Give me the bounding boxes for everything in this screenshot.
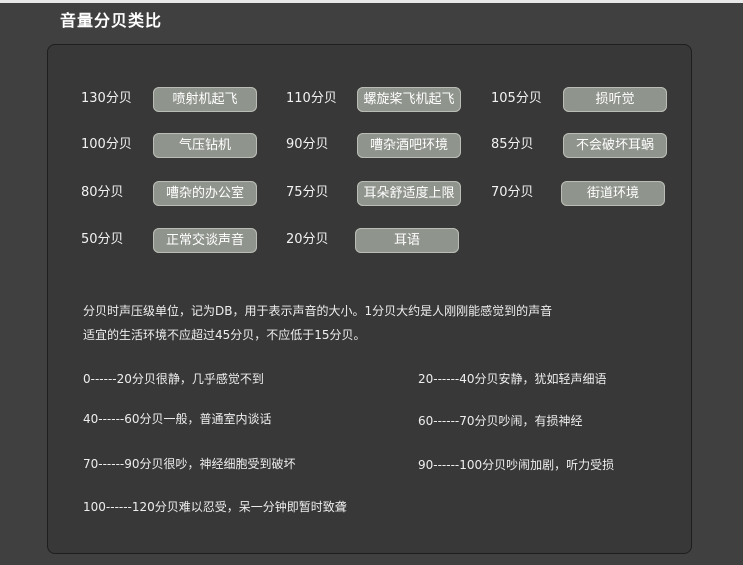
level-label: 80分贝 <box>81 185 124 200</box>
level-label: 105分贝 <box>491 91 542 106</box>
environment-badge: 正常交谈声音 <box>153 228 257 253</box>
level-label: 50分贝 <box>81 232 124 247</box>
environment-badge: 耳语 <box>355 228 459 253</box>
level-label: 90分贝 <box>286 137 329 152</box>
level-label: 70分贝 <box>491 185 534 200</box>
range-item: 90------100分贝吵闹加剧，听力受损 <box>418 458 615 472</box>
level-label: 75分贝 <box>286 185 329 200</box>
environment-badge: 街道环境 <box>561 181 665 206</box>
level-label: 130分贝 <box>81 91 132 106</box>
description-line: 适宜的生活环境不应超过45分贝，不应低于15分贝。 <box>83 328 366 342</box>
level-label: 110分贝 <box>286 91 337 106</box>
range-item: 70------90分贝很吵，神经细胞受到破坏 <box>83 457 296 471</box>
level-label: 20分贝 <box>286 232 329 247</box>
environment-badge: 嘈杂的办公室 <box>153 181 257 206</box>
environment-badge: 喷射机起飞 <box>153 87 257 112</box>
environment-badge: 气压钻机 <box>153 133 257 158</box>
comparison-panel: 130分贝 喷射机起飞 110分贝 螺旋桨飞机起飞 105分贝 损听觉 100分… <box>47 44 692 554</box>
environment-badge: 耳朵舒适度上限 <box>357 181 461 206</box>
range-item: 60------70分贝吵闹，有损神经 <box>418 414 583 428</box>
range-item: 100------120分贝难以忍受，呆一分钟即暂时致聋 <box>83 500 347 514</box>
environment-badge: 嘈杂酒吧环境 <box>357 133 461 158</box>
description-line: 分贝时声压级单位，记为DB，用于表示声音的大小。1分贝大约是人刚刚能感觉到的声音 <box>83 304 553 318</box>
level-label: 100分贝 <box>81 137 132 152</box>
range-item: 20------40分贝安静，犹如轻声细语 <box>418 372 607 386</box>
level-label: 85分贝 <box>491 137 534 152</box>
environment-badge: 损听觉 <box>563 87 667 112</box>
range-item: 40------60分贝一般，普通室内谈话 <box>83 412 272 426</box>
page-title: 音量分贝类比 <box>60 11 163 30</box>
environment-badge: 螺旋桨飞机起飞 <box>357 87 461 112</box>
top-divider <box>0 0 743 3</box>
environment-badge: 不会破坏耳蜗 <box>563 133 667 158</box>
range-item: 0------20分贝很静，几乎感觉不到 <box>83 372 264 386</box>
